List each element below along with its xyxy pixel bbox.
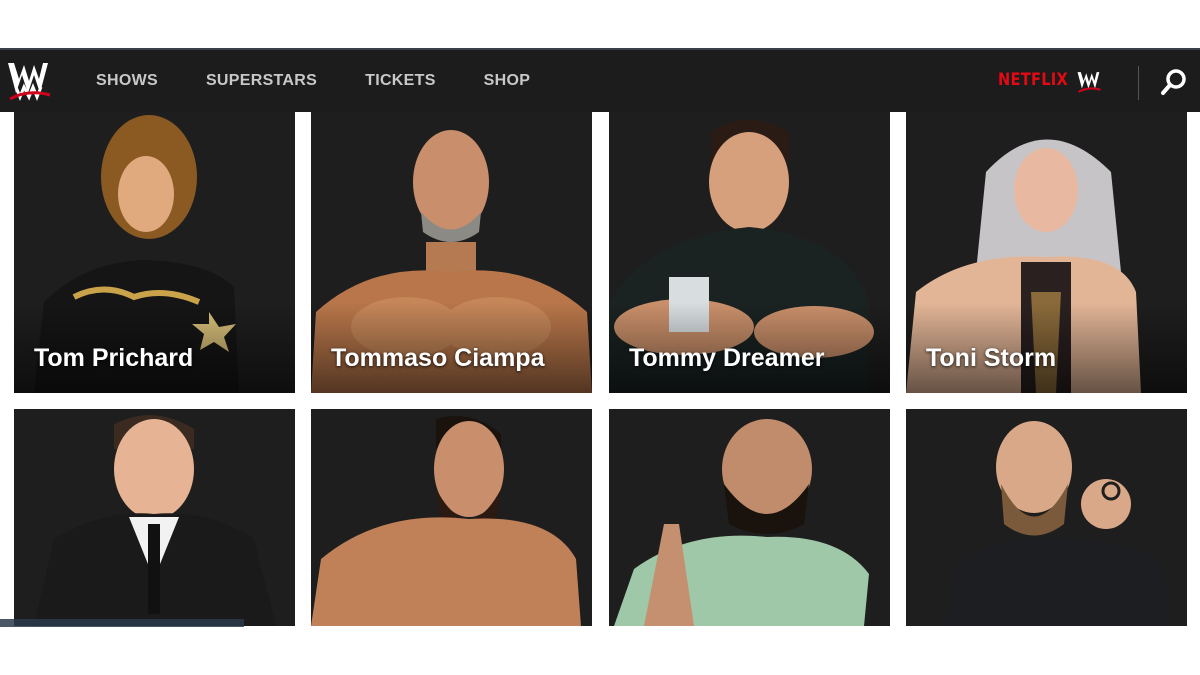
superstar-card[interactable]: Tom Prichard	[14, 112, 295, 393]
superstar-card[interactable]: Toni Storm	[906, 112, 1187, 393]
superstar-card[interactable]: Tommy Dreamer	[609, 112, 890, 393]
superstar-name: Tommy Dreamer	[629, 344, 825, 372]
top-nav-bar: SHOWS SUPERSTARS TICKETS SHOP NETFLIX	[0, 48, 1200, 112]
nav-divider	[1138, 66, 1139, 100]
superstar-photo	[614, 419, 869, 626]
search-icon[interactable]	[1160, 68, 1188, 96]
superstar-name: Tom Prichard	[34, 344, 194, 372]
nav-link-superstars[interactable]: SUPERSTARS	[206, 72, 317, 90]
nav-link-shows[interactable]: SHOWS	[96, 72, 158, 90]
superstar-card[interactable]	[311, 409, 592, 626]
wwe-logo-icon[interactable]	[6, 59, 52, 103]
superstar-card[interactable]	[906, 409, 1187, 626]
wwe-logo-icon[interactable]	[1075, 70, 1103, 94]
superstar-photo	[311, 416, 581, 626]
superstar-card[interactable]: Tommaso Ciampa	[311, 112, 592, 393]
superstar-card[interactable]	[14, 409, 295, 626]
superstar-photo	[946, 421, 1171, 626]
nav-link-shop[interactable]: SHOP	[484, 72, 531, 90]
superstar-name: Toni Storm	[926, 344, 1057, 372]
scroll-overlay-strip	[0, 619, 244, 627]
superstar-name: Tommaso Ciampa	[331, 344, 545, 372]
superstar-photo	[34, 415, 276, 626]
nav-link-tickets[interactable]: TICKETS	[365, 72, 436, 90]
main-nav: SHOWS SUPERSTARS TICKETS SHOP	[96, 50, 578, 112]
superstar-card[interactable]	[609, 409, 890, 626]
netflix-partner-link[interactable]: NETFLIX	[998, 70, 1068, 90]
